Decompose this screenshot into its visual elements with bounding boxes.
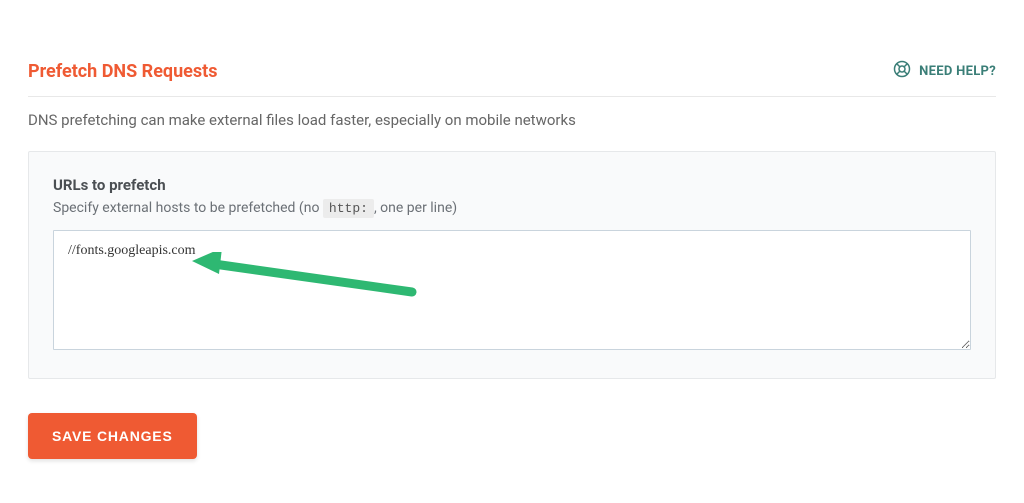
code-snippet: http: <box>323 199 374 218</box>
section-header: Prefetch DNS Requests NEED HELP? <box>28 60 996 97</box>
panel-title: URLs to prefetch <box>53 176 971 194</box>
save-button[interactable]: SAVE CHANGES <box>28 413 197 459</box>
settings-section: Prefetch DNS Requests NEED HELP? DNS pre… <box>0 0 1024 479</box>
help-link[interactable]: NEED HELP? <box>893 60 996 82</box>
panel-subtitle-post: , one per line) <box>374 200 457 216</box>
section-title: Prefetch DNS Requests <box>28 61 217 82</box>
section-description: DNS prefetching can make external files … <box>28 111 996 129</box>
urls-textarea[interactable] <box>53 230 971 350</box>
panel-subtitle: Specify external hosts to be prefetched … <box>53 200 971 216</box>
panel-subtitle-pre: Specify external hosts to be prefetched … <box>53 200 323 216</box>
help-icon <box>893 60 911 82</box>
urls-panel: URLs to prefetch Specify external hosts … <box>28 151 996 379</box>
help-link-label: NEED HELP? <box>919 64 996 79</box>
